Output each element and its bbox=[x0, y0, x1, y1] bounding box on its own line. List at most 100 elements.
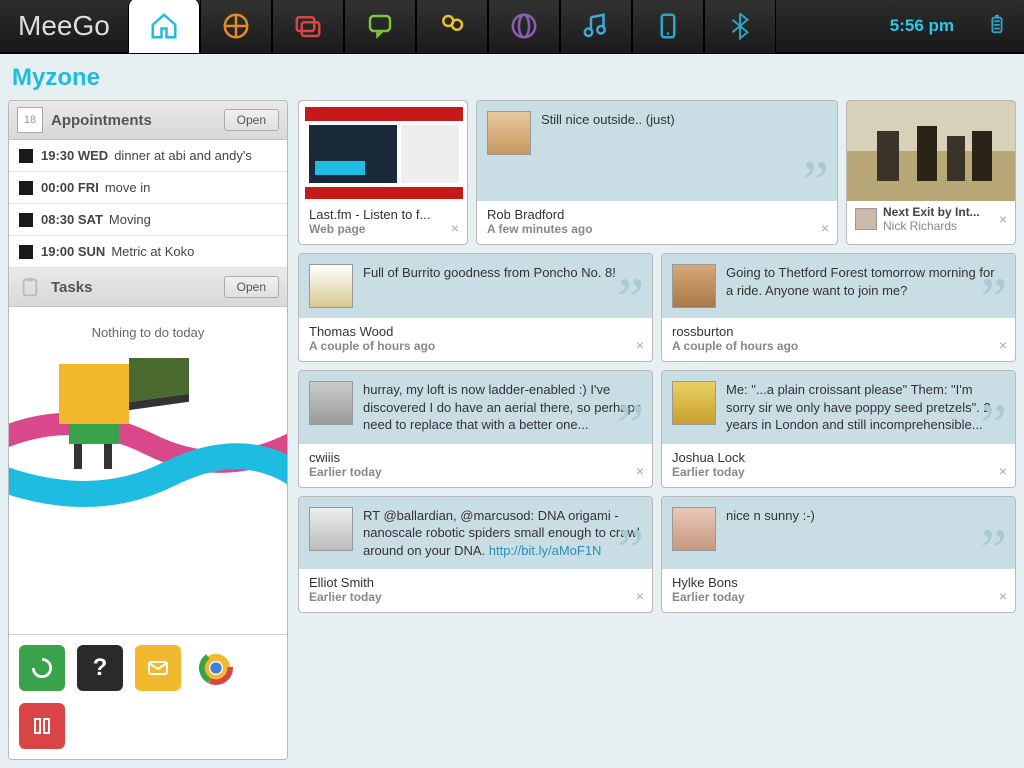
avatar bbox=[309, 264, 353, 308]
tab-media[interactable] bbox=[560, 0, 632, 53]
apps-icon bbox=[293, 11, 323, 41]
close-icon[interactable]: × bbox=[999, 463, 1007, 479]
feed-card-status[interactable]: RT @ballardian, @marcusod: DNA origami -… bbox=[298, 496, 653, 614]
status-message: Full of Burrito goodness from Poncho No.… bbox=[363, 264, 616, 308]
tasks-empty-text: Nothing to do today bbox=[9, 307, 287, 358]
appointment-time: 19:00 SUN bbox=[41, 244, 105, 259]
feed-card-webpage[interactable]: Last.fm - Listen to f... Web page × bbox=[298, 100, 468, 245]
bluetooth-icon bbox=[725, 11, 755, 41]
feed-card-status[interactable]: hurray, my loft is now ladder-enabled :)… bbox=[298, 370, 653, 488]
calendar-icon: 18 bbox=[17, 107, 43, 133]
close-icon[interactable]: × bbox=[821, 220, 829, 236]
tab-people[interactable] bbox=[416, 0, 488, 53]
tab-myzone[interactable] bbox=[128, 0, 200, 53]
appointment-row[interactable]: 19:00 SUN Metric at Koko bbox=[9, 236, 287, 268]
card-time: Earlier today bbox=[672, 465, 1005, 479]
quote-icon: ” bbox=[980, 410, 1007, 440]
card-time: A few minutes ago bbox=[487, 222, 827, 236]
status-link[interactable]: http://bit.ly/aMoF1N bbox=[489, 543, 602, 558]
media-icon bbox=[581, 11, 611, 41]
feed: Last.fm - Listen to f... Web page × Stil… bbox=[298, 100, 1016, 760]
close-icon[interactable]: × bbox=[636, 588, 644, 604]
launcher-help[interactable]: ? bbox=[77, 645, 123, 691]
quote-icon: ” bbox=[617, 410, 644, 440]
appointment-row[interactable]: 00:00 FRI move in bbox=[9, 172, 287, 204]
tasks-title: Tasks bbox=[51, 279, 224, 296]
appointment-row[interactable]: 08:30 SAT Moving bbox=[9, 204, 287, 236]
appointment-marker-icon bbox=[19, 245, 33, 259]
chrome-icon bbox=[199, 651, 233, 685]
battery-icon bbox=[986, 13, 1008, 35]
quote-icon: ” bbox=[980, 535, 1007, 565]
appointment-marker-icon bbox=[19, 149, 33, 163]
zones-icon bbox=[221, 11, 251, 41]
globe-icon bbox=[509, 11, 539, 41]
appointment-time: 19:30 WED bbox=[41, 148, 108, 163]
tab-bluetooth[interactable] bbox=[704, 0, 776, 53]
appointment-time: 08:30 SAT bbox=[41, 212, 103, 227]
avatar bbox=[855, 208, 877, 230]
appointment-marker-icon bbox=[19, 213, 33, 227]
launcher-mail[interactable] bbox=[135, 645, 181, 691]
launcher-app-1[interactable] bbox=[19, 645, 65, 691]
tab-internet[interactable] bbox=[488, 0, 560, 53]
card-title: Last.fm - Listen to f... bbox=[309, 207, 457, 222]
page-title: Myzone bbox=[8, 58, 1016, 100]
wifi-indicator[interactable] bbox=[776, 0, 816, 53]
card-author: Thomas Wood bbox=[309, 324, 642, 339]
appointment-row[interactable]: 19:30 WED dinner at abi and andy's bbox=[9, 140, 287, 172]
feed-card-status[interactable]: Full of Burrito goodness from Poncho No.… bbox=[298, 253, 653, 362]
feed-card-status[interactable]: Me: "...a plain croissant please" Them: … bbox=[661, 370, 1016, 488]
tab-zones[interactable] bbox=[200, 0, 272, 53]
status-message: Me: "...a plain croissant please" Them: … bbox=[726, 381, 1005, 434]
photo-thumbnail bbox=[847, 101, 1015, 201]
appointment-text: Metric at Koko bbox=[111, 244, 194, 259]
battery-indicator[interactable] bbox=[970, 13, 1024, 40]
clock[interactable]: 5:56 pm bbox=[874, 16, 970, 36]
appointment-text: move in bbox=[105, 180, 151, 195]
appointments-title: Appointments bbox=[51, 112, 224, 129]
status-message: Still nice outside.. (just) bbox=[541, 111, 675, 191]
avatar bbox=[309, 507, 353, 551]
tasks-header: Tasks Open bbox=[9, 268, 287, 307]
avatar bbox=[672, 381, 716, 425]
tab-devices[interactable] bbox=[632, 0, 704, 53]
question-icon: ? bbox=[93, 654, 108, 682]
close-icon[interactable]: × bbox=[999, 211, 1007, 227]
feed-card-photo[interactable]: Next Exit by Int... Nick Richards × bbox=[846, 100, 1016, 245]
avatar bbox=[487, 111, 531, 155]
avatar bbox=[672, 264, 716, 308]
devices-icon bbox=[653, 11, 683, 41]
card-time: A couple of hours ago bbox=[309, 339, 642, 353]
card-author: Joshua Lock bbox=[672, 450, 1005, 465]
feed-card-status[interactable]: Going to Thetford Forest tomorrow mornin… bbox=[661, 253, 1016, 362]
card-time: Earlier today bbox=[309, 590, 642, 604]
status-message: Going to Thetford Forest tomorrow mornin… bbox=[726, 264, 1005, 308]
brand-logo: MeeGo bbox=[0, 10, 128, 42]
tab-status[interactable] bbox=[344, 0, 416, 53]
launcher: ? bbox=[9, 634, 287, 759]
avatar bbox=[309, 381, 353, 425]
tab-applications[interactable] bbox=[272, 0, 344, 53]
appointment-text: dinner at abi and andy's bbox=[114, 148, 252, 163]
launcher-chrome[interactable] bbox=[193, 645, 239, 691]
launcher-app-5[interactable] bbox=[19, 703, 65, 749]
webpage-thumbnail bbox=[299, 101, 467, 201]
close-icon[interactable]: × bbox=[636, 337, 644, 353]
close-icon[interactable]: × bbox=[999, 588, 1007, 604]
tasks-icon bbox=[17, 274, 43, 300]
feed-card-status[interactable]: Still nice outside.. (just) ” Rob Bradfo… bbox=[476, 100, 838, 245]
card-author: Elliot Smith bbox=[309, 575, 642, 590]
close-icon[interactable]: × bbox=[451, 220, 459, 236]
quote-icon: ” bbox=[617, 284, 644, 314]
card-author: Rob Bradford bbox=[487, 207, 827, 222]
top-toolbar: MeeGo 5:56 pm bbox=[0, 0, 1024, 54]
card-time: Earlier today bbox=[672, 590, 1005, 604]
appointment-time: 00:00 FRI bbox=[41, 180, 99, 195]
close-icon[interactable]: × bbox=[999, 337, 1007, 353]
close-icon[interactable]: × bbox=[636, 463, 644, 479]
status-icon bbox=[365, 11, 395, 41]
feed-card-status[interactable]: nice n sunny :-) ” Hylke Bons Earlier to… bbox=[661, 496, 1016, 614]
appointments-open-button[interactable]: Open bbox=[224, 109, 279, 131]
tasks-open-button[interactable]: Open bbox=[224, 276, 279, 298]
